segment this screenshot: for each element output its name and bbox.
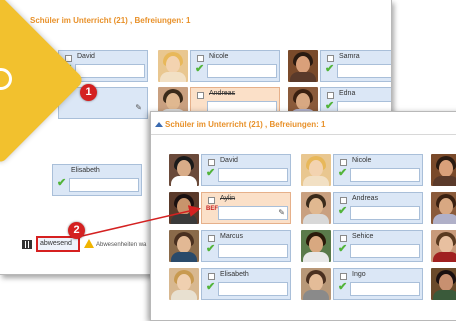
callout-number-2: 2 <box>68 222 85 239</box>
callout-arrow <box>81 205 201 237</box>
